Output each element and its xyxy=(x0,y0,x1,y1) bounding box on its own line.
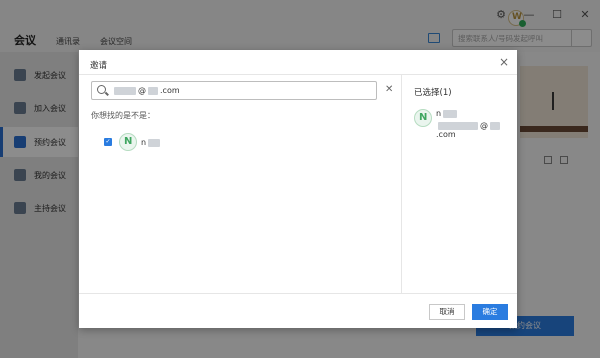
invite-dialog: 邀请 × @ .com ✕ 你想找的是不是： ✓ N n 已选择(1) N n @… xyxy=(79,50,517,328)
redacted-text xyxy=(443,109,458,118)
redacted-text xyxy=(148,86,158,95)
suggestion-label: 你想找的是不是： xyxy=(91,111,155,120)
invite-search-input[interactable]: @ .com xyxy=(91,81,377,100)
divider xyxy=(79,293,517,294)
contact-name[interactable]: n xyxy=(141,138,162,147)
selected-header: 已选择(1) xyxy=(414,88,452,98)
selected-avatar: N xyxy=(414,109,432,127)
dialog-title: 邀请 xyxy=(90,61,108,71)
redacted-text xyxy=(114,86,136,95)
divider xyxy=(79,74,517,75)
contact-avatar: N xyxy=(119,133,137,151)
cancel-button[interactable]: 取消 xyxy=(429,304,465,320)
divider xyxy=(401,75,402,293)
search-value: @ .com xyxy=(112,86,180,95)
clear-icon[interactable]: ✕ xyxy=(385,84,393,95)
redacted-text xyxy=(148,138,161,147)
selected-name: n xyxy=(436,109,459,118)
contact-checkbox[interactable]: ✓ xyxy=(104,138,112,146)
confirm-button[interactable]: 确定 xyxy=(472,304,508,320)
redacted-text xyxy=(490,121,500,130)
close-icon[interactable]: × xyxy=(499,55,509,69)
search-icon xyxy=(97,85,106,94)
redacted-text xyxy=(438,121,478,130)
selected-email: @.com xyxy=(436,121,517,139)
